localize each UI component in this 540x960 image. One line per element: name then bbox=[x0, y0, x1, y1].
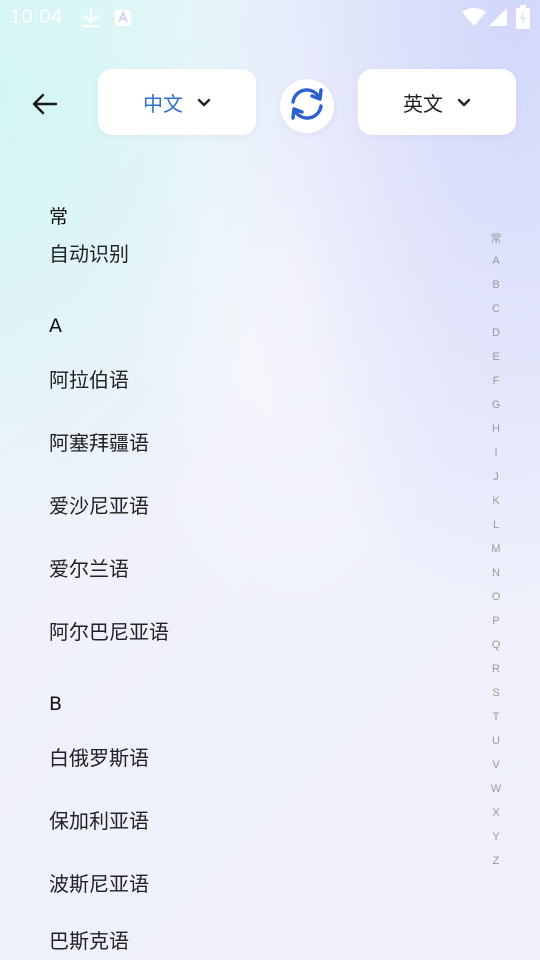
index-letter-i[interactable]: I bbox=[484, 447, 508, 459]
index-letter-j[interactable]: J bbox=[484, 471, 508, 483]
index-letter-z[interactable]: Z bbox=[484, 855, 508, 867]
swap-languages-button[interactable] bbox=[280, 79, 334, 133]
index-letter-y[interactable]: Y bbox=[484, 831, 508, 843]
index-letter-c[interactable]: C bbox=[484, 303, 508, 315]
status-bar: 10:04 bbox=[0, 0, 540, 36]
section-header-a: A bbox=[49, 315, 62, 337]
index-letter-w[interactable]: W bbox=[484, 783, 508, 795]
index-letter-h[interactable]: H bbox=[484, 423, 508, 435]
status-time: 10:04 bbox=[10, 6, 63, 28]
notification-app-icon bbox=[114, 9, 132, 31]
index-letter-m[interactable]: M bbox=[484, 543, 508, 555]
index-letter-common[interactable]: 常 bbox=[484, 230, 508, 246]
source-language-label: 中文 bbox=[143, 91, 183, 116]
index-letter-k[interactable]: K bbox=[484, 495, 508, 507]
index-letter-e[interactable]: E bbox=[484, 351, 508, 363]
section-header-b: B bbox=[49, 693, 63, 715]
wifi-icon bbox=[461, 7, 487, 31]
arrow-left-icon bbox=[30, 92, 58, 120]
index-letter-f[interactable]: F bbox=[484, 375, 508, 387]
list-item[interactable]: 爱沙尼亚语 bbox=[49, 489, 449, 523]
battery-icon bbox=[516, 5, 530, 33]
swap-icon bbox=[287, 84, 327, 128]
target-language-label: 英文 bbox=[403, 91, 443, 116]
signal-icon bbox=[488, 7, 508, 31]
index-letter-l[interactable]: L bbox=[484, 519, 508, 531]
list-item[interactable]: 阿拉伯语 bbox=[49, 363, 449, 397]
list-item[interactable]: 巴斯克语 bbox=[49, 924, 449, 958]
back-button[interactable] bbox=[24, 86, 64, 126]
index-letter-o[interactable]: O bbox=[484, 591, 508, 603]
list-item[interactable]: 阿尔巴尼亚语 bbox=[49, 615, 449, 649]
target-language-selector[interactable]: 英文 bbox=[358, 69, 516, 135]
list-item[interactable]: 白俄罗斯语 bbox=[49, 741, 449, 775]
index-letter-r[interactable]: R bbox=[484, 663, 508, 675]
index-letter-b[interactable]: B bbox=[484, 279, 508, 291]
source-language-selector[interactable]: 中文 bbox=[98, 69, 256, 135]
index-letter-v[interactable]: V bbox=[484, 759, 508, 771]
index-letter-g[interactable]: G bbox=[484, 399, 508, 411]
list-item[interactable]: 阿塞拜疆语 bbox=[49, 426, 449, 460]
index-letter-s[interactable]: S bbox=[484, 687, 508, 699]
list-item[interactable]: 保加利亚语 bbox=[49, 804, 449, 838]
section-header-common: 常 bbox=[49, 206, 69, 228]
index-letter-a[interactable]: A bbox=[484, 255, 508, 267]
index-letter-u[interactable]: U bbox=[484, 735, 508, 747]
list-item[interactable]: 波斯尼亚语 bbox=[49, 867, 449, 901]
index-letter-q[interactable]: Q bbox=[484, 639, 508, 651]
index-letter-p[interactable]: P bbox=[484, 615, 508, 627]
index-letter-d[interactable]: D bbox=[484, 327, 508, 339]
download-icon bbox=[80, 6, 102, 34]
list-item[interactable]: 爱尔兰语 bbox=[49, 552, 449, 586]
chevron-down-icon bbox=[457, 93, 471, 112]
list-item[interactable]: 自动识别 bbox=[49, 237, 449, 271]
index-letter-n[interactable]: N bbox=[484, 567, 508, 579]
index-letter-x[interactable]: X bbox=[484, 807, 508, 819]
chevron-down-icon bbox=[197, 93, 211, 112]
index-letter-t[interactable]: T bbox=[484, 711, 508, 723]
